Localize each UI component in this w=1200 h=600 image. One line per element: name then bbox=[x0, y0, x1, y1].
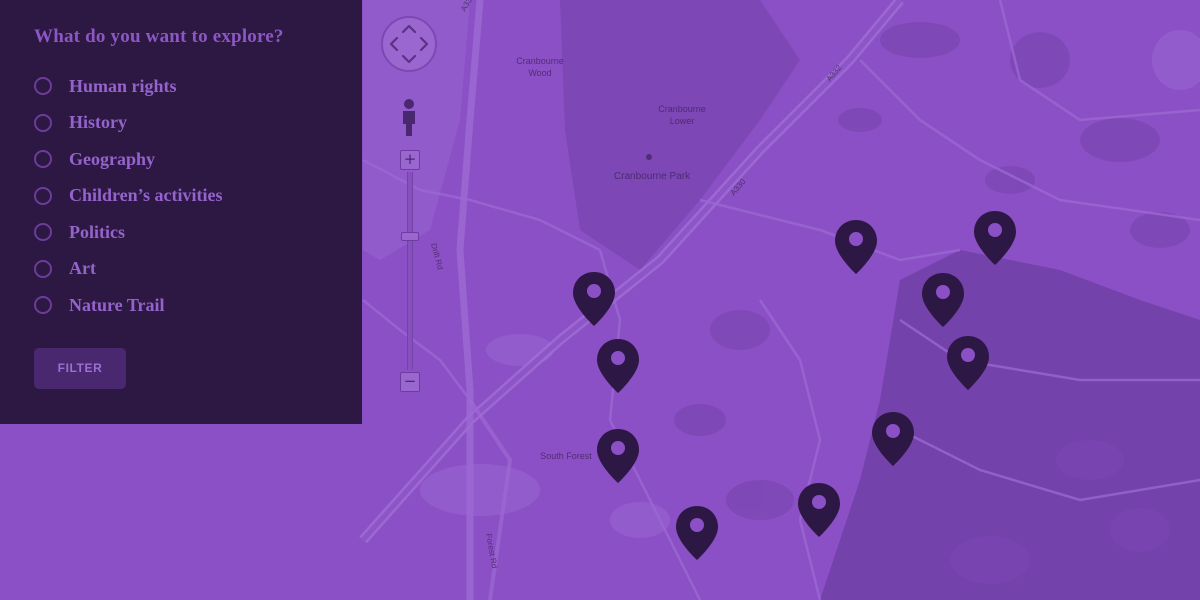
filter-option-human-rights[interactable]: Human rights bbox=[34, 68, 328, 105]
filter-option-politics[interactable]: Politics bbox=[34, 214, 328, 251]
map-marker-icon[interactable] bbox=[945, 334, 991, 392]
map-marker-icon[interactable] bbox=[833, 218, 879, 276]
filter-panel-title: What do you want to explore? bbox=[34, 26, 284, 47]
filter-option-label: Nature Trail bbox=[69, 294, 165, 315]
filter-options: Human rights History Geography Children’… bbox=[34, 68, 328, 324]
map-label-cranbourne-lower-line2: Lower bbox=[670, 116, 695, 126]
radio-button[interactable] bbox=[34, 77, 52, 96]
map-marker-icon[interactable] bbox=[870, 410, 916, 468]
map-label-cranbourne-wood-line2: Wood bbox=[528, 68, 551, 78]
filter-option-label: Politics bbox=[69, 221, 125, 242]
radio-button[interactable] bbox=[34, 113, 52, 132]
map-marker-icon[interactable] bbox=[796, 481, 842, 539]
filter-option-geography[interactable]: Geography bbox=[34, 141, 328, 178]
map-label-south-forest: South Forest bbox=[540, 451, 592, 461]
zoom-out-button[interactable]: − bbox=[400, 372, 420, 392]
map-marker-icon[interactable] bbox=[595, 337, 641, 395]
filter-option-nature-trail[interactable]: Nature Trail bbox=[34, 287, 328, 324]
radio-button[interactable] bbox=[34, 223, 52, 242]
map-marker-icon[interactable] bbox=[920, 271, 966, 329]
filter-option-history[interactable]: History bbox=[34, 105, 328, 142]
radio-button[interactable] bbox=[34, 150, 52, 169]
filter-option-childrens-activities[interactable]: Children’s activities bbox=[34, 178, 328, 215]
map-marker-icon[interactable] bbox=[674, 504, 720, 562]
zoom-slider-handle[interactable] bbox=[401, 232, 419, 241]
filter-panel: What do you want to explore? Human right… bbox=[0, 0, 362, 424]
page: Cranbourne Wood Cranbourne Lower Cranbou… bbox=[0, 0, 1200, 600]
filter-option-label: Human rights bbox=[69, 75, 177, 96]
filter-option-label: Geography bbox=[69, 148, 156, 169]
pegman-icon[interactable] bbox=[398, 98, 420, 138]
map-marker-icon[interactable] bbox=[571, 270, 617, 328]
pan-control-icon bbox=[389, 24, 429, 64]
filter-option-label: History bbox=[69, 112, 127, 133]
zoom-slider-track[interactable] bbox=[407, 172, 413, 370]
radio-button[interactable] bbox=[34, 259, 52, 278]
filter-option-label: Children’s activities bbox=[69, 185, 223, 206]
map-marker-icon[interactable] bbox=[1177, 560, 1200, 600]
map-label-cranbourne-park: Cranbourne Park bbox=[614, 171, 691, 182]
map-label-cranbourne-lower: Cranbourne bbox=[658, 104, 706, 114]
radio-button[interactable] bbox=[34, 186, 52, 205]
map-marker-icon[interactable] bbox=[595, 427, 641, 485]
filter-option-label: Art bbox=[69, 258, 96, 279]
filter-button[interactable]: FILTER bbox=[34, 347, 126, 389]
map-marker-icon[interactable] bbox=[972, 209, 1018, 267]
zoom-in-button[interactable]: + bbox=[400, 150, 420, 170]
pan-control[interactable] bbox=[381, 16, 437, 72]
radio-button[interactable] bbox=[34, 296, 52, 315]
map-label-cranbourne-wood: Cranbourne bbox=[516, 56, 564, 66]
filter-option-art[interactable]: Art bbox=[34, 251, 328, 288]
